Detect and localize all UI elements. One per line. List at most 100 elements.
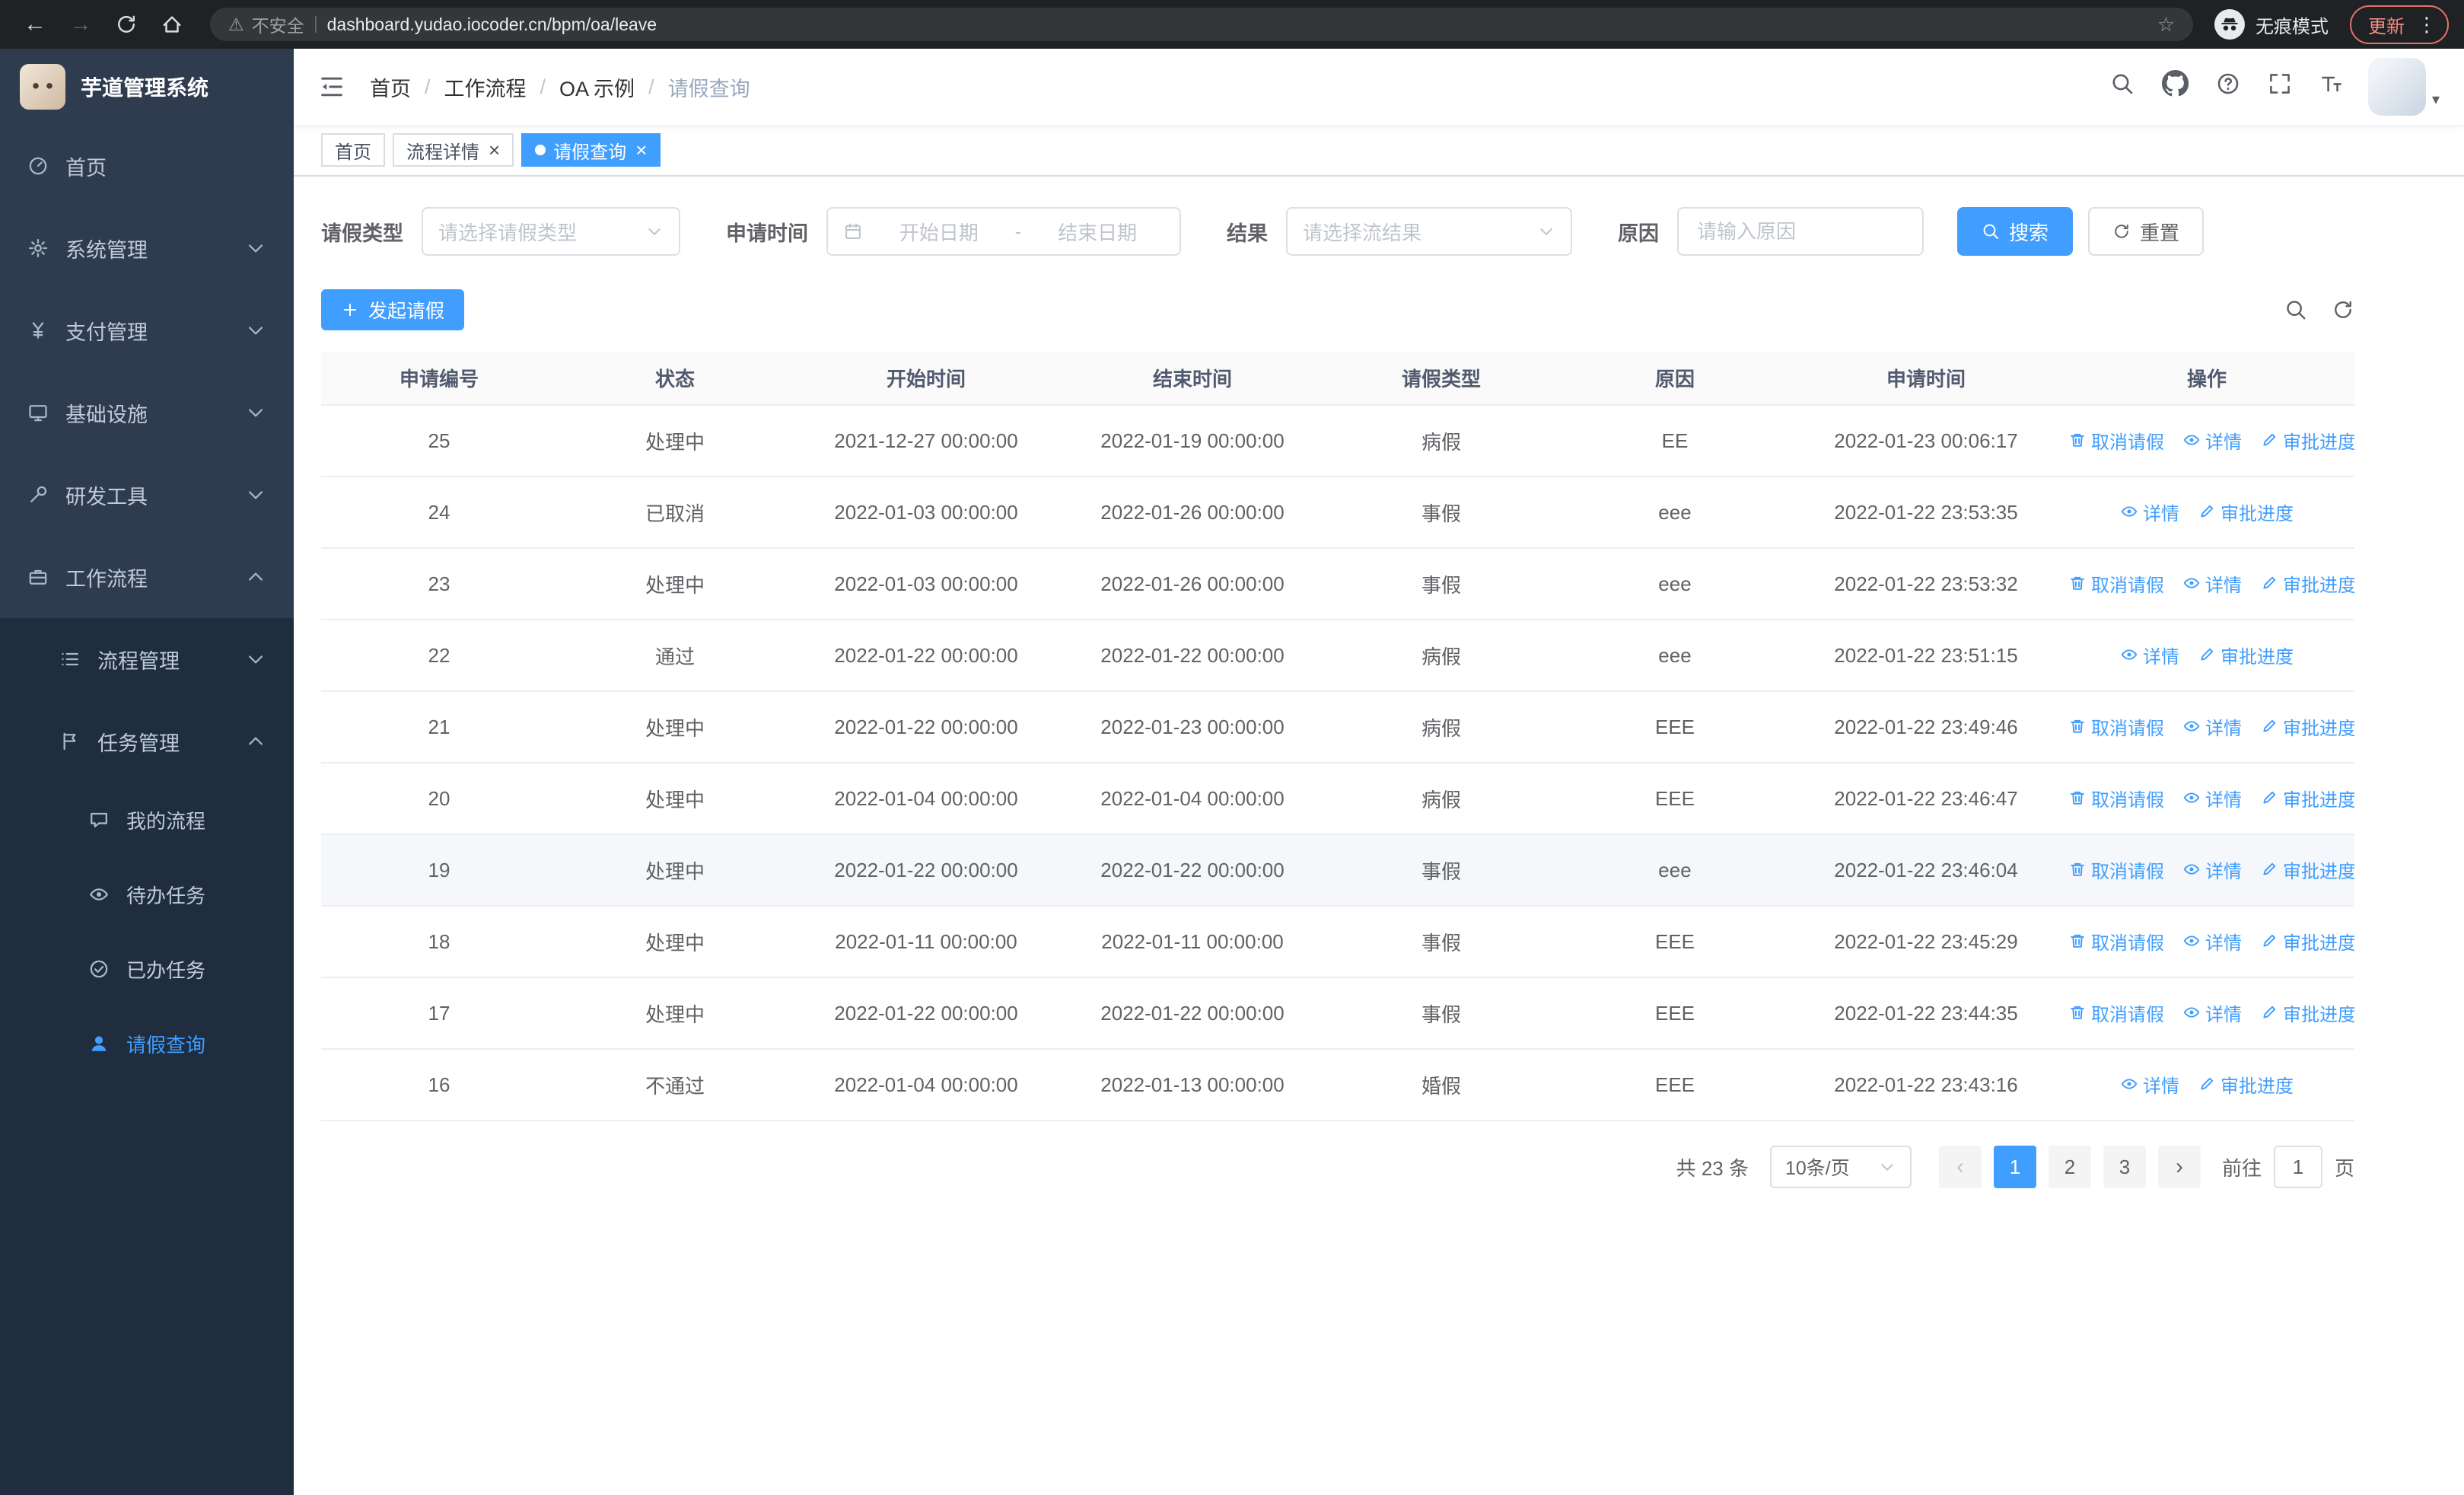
progress-link[interactable]: 审批进度 xyxy=(2260,785,2354,811)
sidebar-item-leave-query[interactable]: 请假查询 xyxy=(0,1006,294,1081)
result-select[interactable]: 请选择流结果 xyxy=(1286,207,1572,256)
toggle-search-icon[interactable] xyxy=(2284,298,2307,321)
tab-label: 首页 xyxy=(335,142,371,163)
sidebar-item-home[interactable]: 首页 xyxy=(0,125,294,207)
sidebar-item-payment[interactable]: 支付管理 xyxy=(0,289,294,371)
search-icon[interactable] xyxy=(2110,72,2135,102)
progress-link[interactable]: 审批进度 xyxy=(2198,1071,2294,1098)
reset-button[interactable]: 重置 xyxy=(2088,207,2205,256)
cell-leave-type: 事假 xyxy=(1326,834,1557,907)
github-icon[interactable] xyxy=(2161,70,2189,103)
detail-link[interactable]: 详情 xyxy=(2182,570,2242,597)
cancel-leave-link[interactable]: 取消请假 xyxy=(2068,856,2164,883)
detail-link[interactable]: 详情 xyxy=(2120,642,2179,668)
detail-link[interactable]: 详情 xyxy=(2120,1071,2179,1098)
progress-link[interactable]: 审批进度 xyxy=(2260,928,2354,955)
sidebar-item-done-task[interactable]: 已办任务 xyxy=(0,932,294,1006)
cell-end-time: 2022-01-26 00:00:00 xyxy=(1059,548,1326,620)
help-icon[interactable] xyxy=(2216,72,2240,102)
cancel-leave-link[interactable]: 取消请假 xyxy=(2068,928,2164,955)
edit-icon xyxy=(2260,431,2278,449)
table-row[interactable]: 24 已取消 2022-01-03 00:00:00 2022-01-26 00:00… xyxy=(321,477,2354,549)
detail-link[interactable]: 详情 xyxy=(2120,499,2179,525)
detail-link[interactable]: 详情 xyxy=(2182,713,2242,740)
sidebar-item-devtools[interactable]: 研发工具 xyxy=(0,454,294,536)
page-button-2[interactable]: 2 xyxy=(2048,1146,2091,1188)
breadcrumb-item[interactable]: 首页 xyxy=(370,72,411,102)
cancel-leave-link[interactable]: 取消请假 xyxy=(2068,785,2164,811)
tab-leave-query[interactable]: 请假查询 × xyxy=(521,133,661,167)
table-row[interactable]: 22 通过 2022-01-22 00:00:00 2022-01-22 00:00:… xyxy=(321,620,2354,692)
table-row[interactable]: 17 处理中 2022-01-22 00:00:00 2022-01-22 00:00… xyxy=(321,977,2354,1050)
date-range-picker[interactable]: 开始日期 - 结束日期 xyxy=(826,207,1181,256)
close-icon[interactable]: × xyxy=(489,140,500,160)
update-button[interactable]: 更新 ⋮ xyxy=(2350,5,2449,44)
reload-icon[interactable] xyxy=(107,5,146,44)
table-row[interactable]: 21 处理中 2022-01-22 00:00:00 2022-01-23 00:00… xyxy=(321,691,2354,763)
bookmark-star-icon[interactable]: ☆ xyxy=(2157,13,2175,37)
search-button[interactable]: 搜索 xyxy=(1957,207,2074,256)
progress-link[interactable]: 审批进度 xyxy=(2260,999,2354,1026)
cancel-leave-link[interactable]: 取消请假 xyxy=(2068,999,2164,1026)
page-button-3[interactable]: 3 xyxy=(2103,1146,2146,1188)
table-row[interactable]: 16 不通过 2022-01-04 00:00:00 2022-01-13 00:00… xyxy=(321,1049,2354,1121)
page-button-1[interactable]: 1 xyxy=(1993,1146,2036,1188)
caret-down-icon[interactable]: ▾ xyxy=(2432,90,2440,109)
table-row[interactable]: 19 处理中 2022-01-22 00:00:00 2022-01-22 00:00… xyxy=(321,834,2354,907)
tab-home[interactable]: 首页 xyxy=(321,133,385,167)
avatar[interactable] xyxy=(2367,58,2426,116)
home-icon[interactable] xyxy=(152,5,192,44)
breadcrumb-item[interactable]: OA 示例 xyxy=(559,72,635,102)
cell-status: 处理中 xyxy=(557,834,793,907)
table-row[interactable]: 20 处理中 2022-01-04 00:00:00 2022-01-04 00:00… xyxy=(321,763,2354,835)
hamburger-icon[interactable] xyxy=(318,73,345,100)
breadcrumb-item[interactable]: 工作流程 xyxy=(444,72,527,102)
cancel-leave-link[interactable]: 取消请假 xyxy=(2068,427,2164,454)
prev-page-button[interactable]: ‹ xyxy=(1938,1146,1982,1188)
detail-link[interactable]: 详情 xyxy=(2182,999,2242,1026)
end-date-placeholder: 结束日期 xyxy=(1058,221,1138,244)
leave-type-select[interactable]: 请选择请假类型 xyxy=(422,207,680,256)
back-icon[interactable]: ← xyxy=(15,5,55,44)
detail-link[interactable]: 详情 xyxy=(2182,785,2242,811)
next-page-button[interactable]: › xyxy=(2157,1146,2201,1188)
progress-link[interactable]: 审批进度 xyxy=(2260,570,2354,597)
create-leave-button[interactable]: 发起请假 xyxy=(321,289,465,330)
table-row[interactable]: 23 处理中 2022-01-03 00:00:00 2022-01-26 00:00… xyxy=(321,548,2354,620)
close-icon[interactable]: × xyxy=(635,140,647,160)
progress-link[interactable]: 审批进度 xyxy=(2198,642,2294,668)
forward-icon[interactable]: → xyxy=(61,5,100,44)
progress-link[interactable]: 审批进度 xyxy=(2260,856,2354,883)
address-bar[interactable]: ⚠ 不安全 dashboard.yudao.iocoder.cn/bpm/oa/… xyxy=(210,8,2193,41)
sidebar-item-system[interactable]: 系统管理 xyxy=(0,207,294,289)
table-row[interactable]: 18 处理中 2022-01-11 00:00:00 2022-01-11 00:00… xyxy=(321,906,2354,978)
delete-icon xyxy=(2068,431,2087,449)
reset-button-label: 重置 xyxy=(2140,221,2180,244)
progress-link[interactable]: 审批进度 xyxy=(2198,499,2294,525)
detail-link[interactable]: 详情 xyxy=(2182,427,2242,454)
detail-link[interactable]: 详情 xyxy=(2182,856,2242,883)
refresh-table-icon[interactable] xyxy=(2332,298,2354,321)
goto-page-input[interactable] xyxy=(2273,1146,2322,1188)
progress-link[interactable]: 审批进度 xyxy=(2260,713,2354,740)
not-secure-warning[interactable]: ⚠ 不安全 xyxy=(228,11,304,37)
eye-icon xyxy=(2182,574,2201,592)
sidebar-item-my-process[interactable]: 我的流程 xyxy=(0,783,294,857)
sidebar-item-todo-task[interactable]: 待办任务 xyxy=(0,857,294,932)
sidebar-item-infrastructure[interactable]: 基础设施 xyxy=(0,371,294,454)
tab-process-detail[interactable]: 流程详情 × xyxy=(393,133,514,167)
cancel-leave-link[interactable]: 取消请假 xyxy=(2068,713,2164,740)
page-size-select[interactable]: 10条/页 xyxy=(1769,1146,1912,1188)
table-row[interactable]: 25 处理中 2021-12-27 00:00:00 2022-01-19 00:00… xyxy=(321,405,2354,477)
progress-link[interactable]: 审批进度 xyxy=(2260,427,2354,454)
sidebar-item-label: 支付管理 xyxy=(65,320,148,344)
font-size-icon[interactable] xyxy=(2319,72,2344,102)
cancel-leave-link[interactable]: 取消请假 xyxy=(2068,570,2164,597)
fullscreen-icon[interactable] xyxy=(2268,72,2292,102)
detail-link[interactable]: 详情 xyxy=(2182,928,2242,955)
sidebar-item-process-mgmt[interactable]: 流程管理 xyxy=(0,618,294,700)
reason-input[interactable] xyxy=(1697,219,1904,244)
sidebar-item-workflow[interactable]: 工作流程 xyxy=(0,536,294,618)
browser-menu-icon[interactable]: ⋮ xyxy=(2417,13,2437,37)
sidebar-item-task-mgmt[interactable]: 任务管理 xyxy=(0,700,294,783)
